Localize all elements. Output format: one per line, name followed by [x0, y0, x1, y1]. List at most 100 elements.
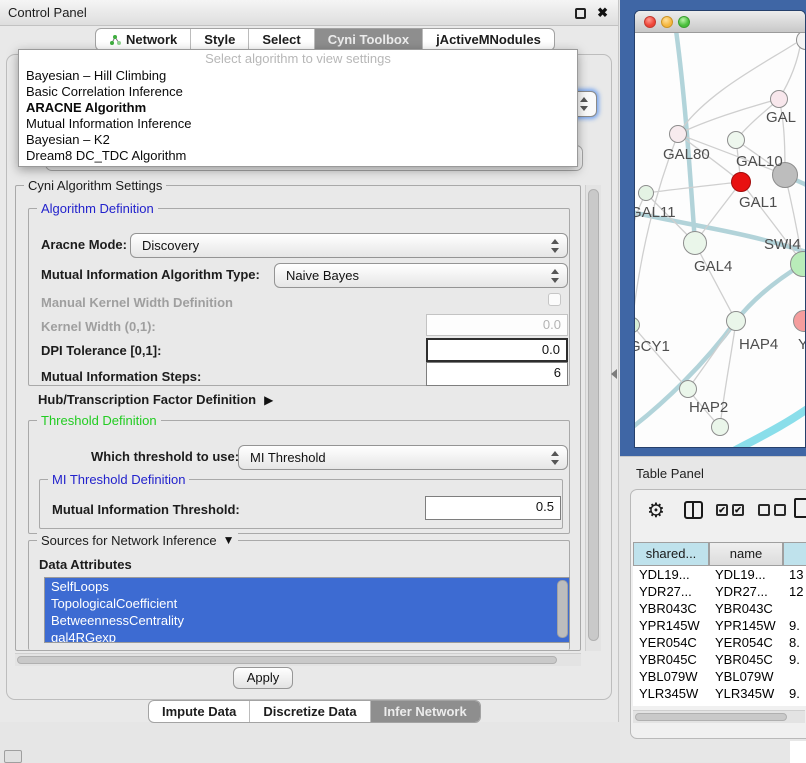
cell-shared-name: YLR345W: [633, 685, 709, 702]
table-row[interactable]: YBR045C YBR045C 9.: [633, 651, 806, 668]
cell-name: YLR345W: [709, 685, 783, 702]
tab-infer-network[interactable]: Infer Network: [371, 701, 480, 722]
cyni-algorithm-settings-group: Cyni Algorithm Settings Algorithm Defini…: [15, 185, 581, 651]
table-horizontal-scrollbar[interactable]: [633, 710, 805, 723]
column-header-shared[interactable]: shared...: [633, 542, 709, 566]
panel-title: Control Panel: [8, 0, 87, 26]
table-row[interactable]: YIL052C YIL052C 9: [633, 702, 806, 706]
table-panel-card: ⚙ ✔ ✔ shared... name YDL19... YDL19... 1…: [630, 489, 806, 739]
cell-shared-name: YBL079W: [633, 668, 709, 685]
columns-icon[interactable]: [684, 501, 703, 519]
table-row[interactable]: YPR145W YPR145W 9.: [633, 617, 806, 634]
list-scrollbar-thumb[interactable]: [557, 580, 568, 638]
column-header-name[interactable]: name: [709, 542, 783, 566]
network-node-gal1[interactable]: [731, 172, 751, 192]
tab-jactivemnodules[interactable]: jActiveMNodules: [423, 29, 554, 50]
spinner-arrows-icon: [550, 234, 560, 257]
sources-group-title-row[interactable]: Sources for Network Inference ▼: [37, 533, 238, 548]
algorithm-option[interactable]: Mutual Information Inference: [19, 116, 577, 132]
network-node-gal10[interactable]: [727, 131, 745, 149]
algorithm-option[interactable]: Bayesian – K2: [19, 132, 577, 148]
table-row[interactable]: YDL19... YDL19... 13: [633, 566, 806, 583]
table-rows[interactable]: YDL19... YDL19... 13 YDR27... YDR27... 1…: [633, 566, 806, 706]
mi-steps-field[interactable]: 6: [426, 362, 568, 386]
table-row[interactable]: YLR345W YLR345W 9.: [633, 685, 806, 702]
data-attributes-list[interactable]: SelfLoops TopologicalCoefficient Between…: [44, 577, 570, 643]
scrollbar-thumb[interactable]: [588, 189, 599, 641]
close-icon[interactable]: ✖: [597, 4, 608, 22]
settings-horizontal-scrollbar[interactable]: [15, 653, 581, 666]
dock-panel-icon[interactable]: [4, 750, 22, 763]
algorithm-option[interactable]: Dream8 DC_TDC Algorithm: [19, 148, 577, 164]
unchecked-box-icon[interactable]: [774, 504, 786, 516]
table-row[interactable]: YDR27... YDR27... 12: [633, 583, 806, 600]
table-row[interactable]: YBR043C YBR043C: [633, 600, 806, 617]
table-panel-title: Table Panel: [636, 466, 704, 481]
network-node-gal80[interactable]: [669, 125, 687, 143]
tab-impute-data[interactable]: Impute Data: [149, 701, 250, 722]
network-node-hap2[interactable]: [679, 380, 697, 398]
algorithm-option[interactable]: Bayesian – Hill Climbing: [19, 68, 577, 84]
table-row[interactable]: YER054C YER054C 8.: [633, 634, 806, 651]
network-node-gal-partial[interactable]: [770, 90, 788, 108]
mi-threshold-field[interactable]: 0.5: [425, 496, 561, 520]
which-threshold-value: MI Threshold: [250, 450, 326, 465]
zoom-window-button[interactable]: [678, 16, 690, 28]
mi-threshold-group: MI Threshold Definition Mutual Informati…: [39, 479, 563, 529]
spinner-arrows-icon: [550, 446, 560, 469]
network-node-gal4[interactable]: [683, 231, 707, 255]
kernel-width-field[interactable]: 0.0: [426, 314, 568, 336]
attribute-list-item[interactable]: gal4RGexp: [45, 629, 569, 643]
tab-discretize-data[interactable]: Discretize Data: [250, 701, 370, 722]
gear-icon[interactable]: ⚙: [647, 496, 665, 526]
expanded-arrow-icon: ▼: [223, 533, 235, 548]
cell-shared-name: YIL052C: [633, 702, 709, 706]
tab-select[interactable]: Select: [249, 29, 314, 50]
apply-button[interactable]: Apply: [233, 667, 293, 689]
attribute-list-item[interactable]: SelfLoops: [45, 578, 569, 595]
tab-style[interactable]: Style: [191, 29, 249, 50]
hub-tf-definition-toggle[interactable]: Hub/Transcription Factor Definition ▶: [38, 390, 273, 410]
document-icon[interactable]: [794, 498, 806, 518]
checked-box-icon[interactable]: ✔: [716, 504, 728, 516]
checked-box-icon[interactable]: ✔: [732, 504, 744, 516]
settings-vertical-scrollbar[interactable]: [585, 185, 601, 651]
which-threshold-combobox[interactable]: MI Threshold: [238, 445, 568, 470]
tab-label: Cyni Toolbox: [328, 29, 409, 50]
control-panel-tabbar: Network Style Select Cyni Toolbox jActiv…: [95, 28, 555, 51]
scrollbar-thumb[interactable]: [635, 713, 787, 721]
network-canvas[interactable]: GAL GAL80 GAL10 GAL1 GAL11 GAL4 SWI4 HAP…: [635, 33, 806, 448]
scrollbar-thumb[interactable]: [17, 656, 557, 664]
control-panel-window: Control Panel ✖ Network Style Select Cyn…: [0, 0, 618, 722]
algorithm-option[interactable]: ARACNE Algorithm: [19, 100, 577, 116]
network-node-hap4[interactable]: [726, 311, 746, 331]
network-node-gal11[interactable]: [638, 185, 654, 201]
manual-kernel-label: Manual Kernel Width Definition: [41, 293, 233, 313]
algorithm-option-list: Bayesian – Hill Climbing Basic Correlati…: [19, 68, 577, 164]
table-row[interactable]: YBL079W YBL079W: [633, 668, 806, 685]
tab-cyni-toolbox[interactable]: Cyni Toolbox: [315, 29, 423, 50]
mi-type-combobox[interactable]: Naive Bayes: [274, 263, 568, 288]
tab-label: Discretize Data: [263, 701, 356, 722]
unchecked-box-icon[interactable]: [758, 504, 770, 516]
manual-kernel-checkbox[interactable]: [548, 293, 561, 306]
column-header-partial[interactable]: [783, 542, 806, 566]
node-label: GAL4: [694, 258, 732, 275]
attribute-list-item[interactable]: BetweennessCentrality: [45, 612, 569, 629]
minimize-window-button[interactable]: [661, 16, 673, 28]
aracne-mode-combobox[interactable]: Discovery: [130, 233, 568, 258]
network-window-titlebar[interactable]: [635, 11, 805, 33]
tab-network[interactable]: Network: [96, 29, 191, 50]
attribute-list-item[interactable]: TopologicalCoefficient: [45, 595, 569, 612]
close-window-button[interactable]: [644, 16, 656, 28]
algorithm-option[interactable]: Basic Correlation Inference: [19, 84, 577, 100]
network-node[interactable]: [711, 418, 729, 436]
float-icon[interactable]: [575, 8, 586, 19]
aracne-mode-value: Discovery: [142, 238, 199, 253]
cell-name: YBR043C: [709, 600, 783, 617]
cell-name: YDR27...: [709, 583, 783, 600]
hub-tf-definition-label: Hub/Transcription Factor Definition: [38, 390, 256, 410]
dpi-tolerance-field[interactable]: 0.0: [426, 338, 568, 362]
mi-steps-label: Mutual Information Steps:: [41, 367, 201, 387]
tab-label: Impute Data: [162, 701, 236, 722]
